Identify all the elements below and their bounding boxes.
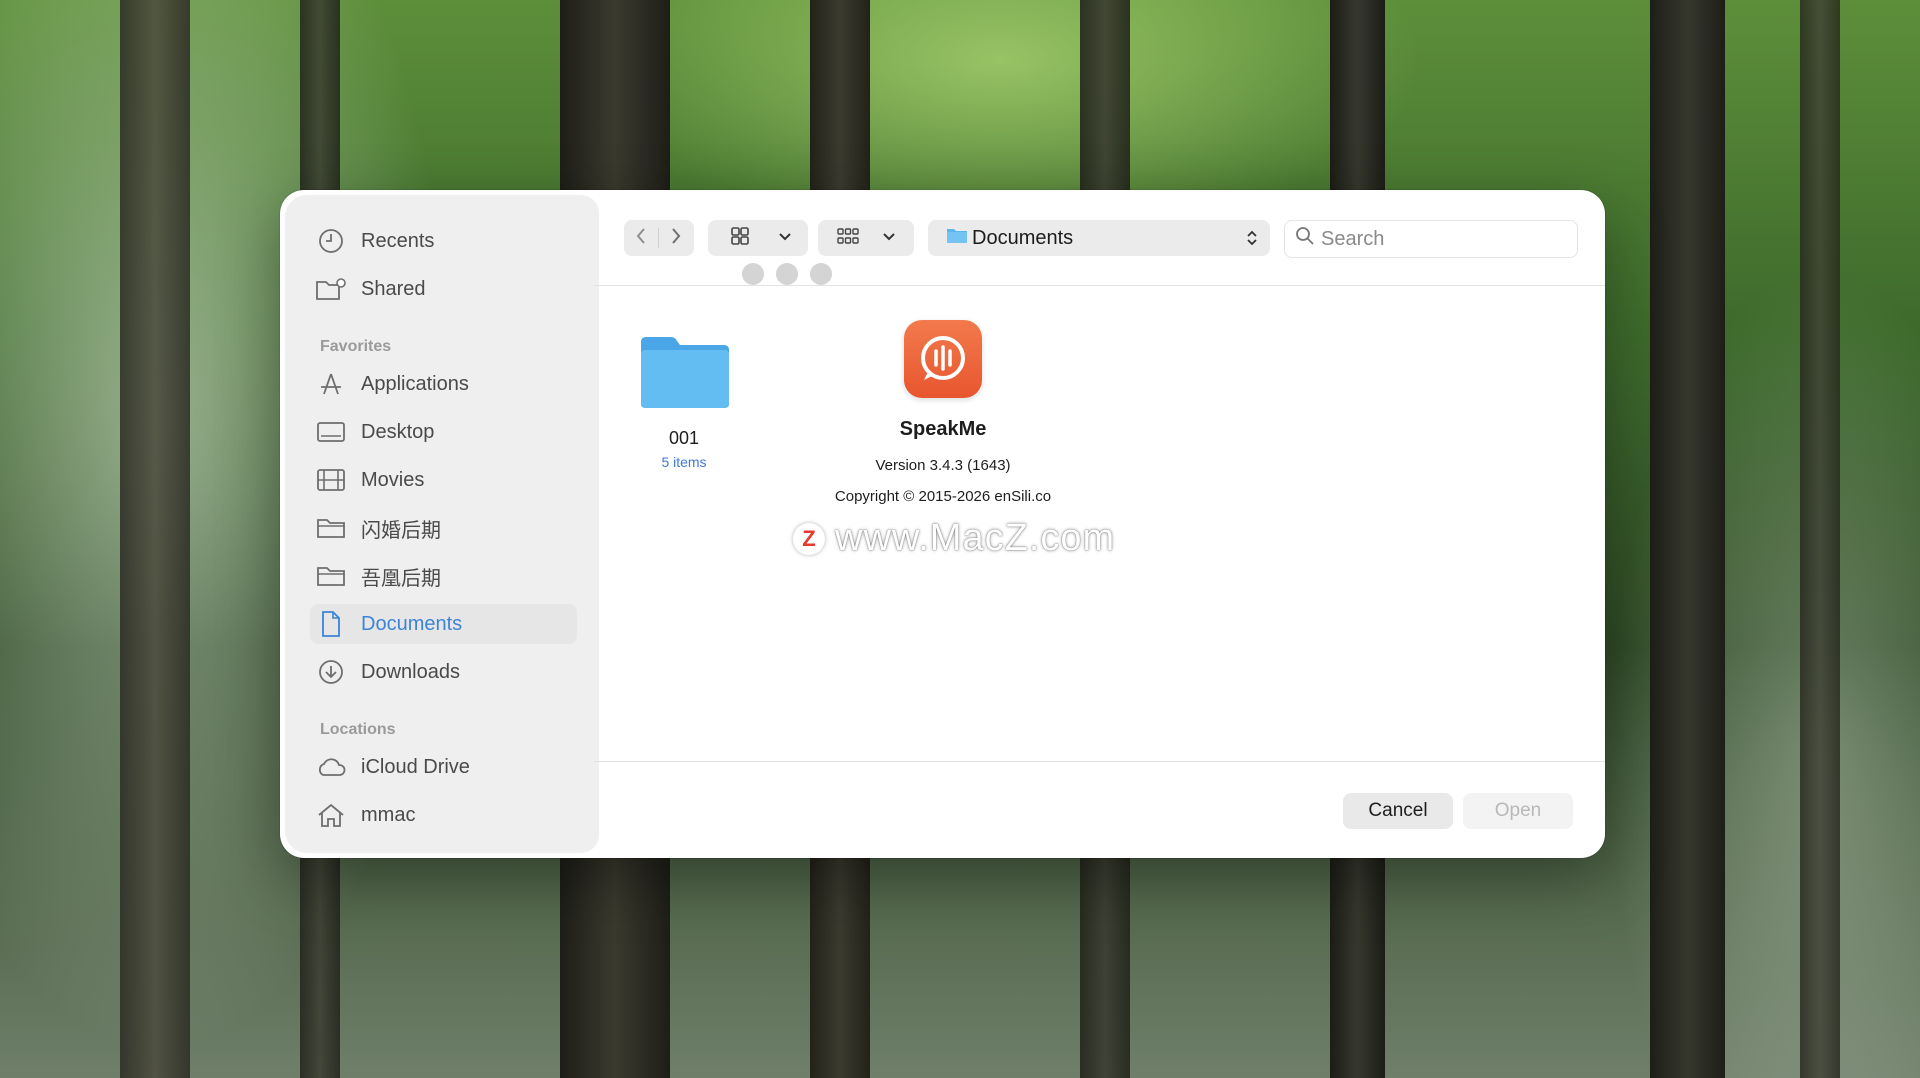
sidebar-item-icloud-drive[interactable]: iCloud Drive <box>315 747 585 787</box>
sidebar-item-label: Movies <box>361 468 425 491</box>
open-button[interactable]: Open <box>1463 793 1573 829</box>
open-file-dialog: Recents Shared Favorites Applications De… <box>280 190 1605 858</box>
applications-icon <box>315 370 347 398</box>
chevron-left-icon <box>635 227 647 250</box>
speakme-app-icon <box>904 320 982 398</box>
sidebar-item-folder-2[interactable]: 吾凰后期 <box>315 556 585 596</box>
folder-icon <box>639 337 731 414</box>
view-mode-button[interactable] <box>708 220 808 256</box>
search-placeholder: Search <box>1321 227 1385 250</box>
sidebar-item-label: Desktop <box>361 420 435 443</box>
footer-divider <box>594 761 1605 762</box>
sidebar-item-mmac[interactable]: mmac <box>315 795 585 835</box>
chevron-down-icon <box>778 229 792 247</box>
close-window-button[interactable] <box>742 263 764 285</box>
sidebar-item-downloads[interactable]: Downloads <box>315 652 585 692</box>
cancel-button[interactable]: Cancel <box>1343 793 1453 829</box>
sidebar-item-label: Downloads <box>361 660 460 683</box>
zoom-window-button[interactable] <box>810 263 832 285</box>
sidebar-item-label: Recents <box>361 229 435 252</box>
app-version: Version 3.4.3 (1643) <box>875 457 1011 474</box>
sidebar-item-label: Applications <box>361 372 469 395</box>
download-icon <box>315 658 347 686</box>
shared-folder-icon <box>315 275 347 303</box>
sidebar-item-desktop[interactable]: Desktop <box>315 412 585 452</box>
sidebar-item-recents[interactable]: Recents <box>315 221 585 261</box>
document-icon <box>315 610 347 638</box>
sidebar-item-label: iCloud Drive <box>361 755 470 778</box>
watermark-text: www.MacZ.com <box>835 517 1116 559</box>
search-field[interactable]: Search <box>1284 220 1578 258</box>
sidebar-item-shared[interactable]: Shared <box>315 269 585 309</box>
sidebar-item-label: 吾凰后期 <box>361 567 441 590</box>
chevron-right-icon <box>670 227 682 250</box>
file-item-folder[interactable] <box>639 334 731 415</box>
home-icon <box>315 801 347 829</box>
sidebar: Recents Shared Favorites Applications De… <box>285 195 599 853</box>
minimize-window-button[interactable] <box>776 263 798 285</box>
film-icon <box>315 466 347 494</box>
cloud-icon <box>315 753 347 781</box>
sidebar-item-documents[interactable]: Documents <box>310 604 577 644</box>
location-popup[interactable]: Documents <box>928 220 1270 256</box>
sidebar-item-label: Documents <box>361 612 463 635</box>
grid-view-icon <box>730 226 750 251</box>
about-window-controls <box>742 263 862 291</box>
app-name: SpeakMe <box>899 418 987 440</box>
sidebar-item-folder-1[interactable]: 闪婚后期 <box>315 508 585 548</box>
search-icon <box>1295 226 1315 252</box>
sidebar-item-label: Shared <box>361 277 426 300</box>
sidebar-item-label: 闪婚后期 <box>361 519 441 542</box>
favorites-header: Favorites <box>320 338 392 355</box>
file-item-name: 001 <box>668 428 700 448</box>
up-down-chevron-icon <box>1246 229 1258 253</box>
folder-icon <box>946 226 968 250</box>
file-item-count: 5 items <box>661 454 707 470</box>
app-copyright: Copyright © 2015-2026 enSili.co <box>834 488 1052 505</box>
location-label: Documents <box>972 226 1074 249</box>
folder-icon <box>315 514 347 542</box>
watermark-logo-icon: Z <box>793 522 825 555</box>
folder-icon <box>315 562 347 590</box>
desktop-icon <box>315 418 347 446</box>
sidebar-item-applications[interactable]: Applications <box>315 364 585 404</box>
back-button[interactable] <box>624 227 658 250</box>
group-icon <box>836 226 860 251</box>
clock-icon <box>315 227 347 255</box>
sidebar-item-label: mmac <box>361 803 416 826</box>
watermark: Z www.MacZ.com <box>793 517 1115 560</box>
chevron-down-icon <box>882 229 896 247</box>
sidebar-item-movies[interactable]: Movies <box>315 460 585 500</box>
locations-header: Locations <box>320 721 396 738</box>
group-by-button[interactable] <box>818 220 914 256</box>
back-forward-control <box>624 220 694 256</box>
forward-button[interactable] <box>659 227 693 250</box>
